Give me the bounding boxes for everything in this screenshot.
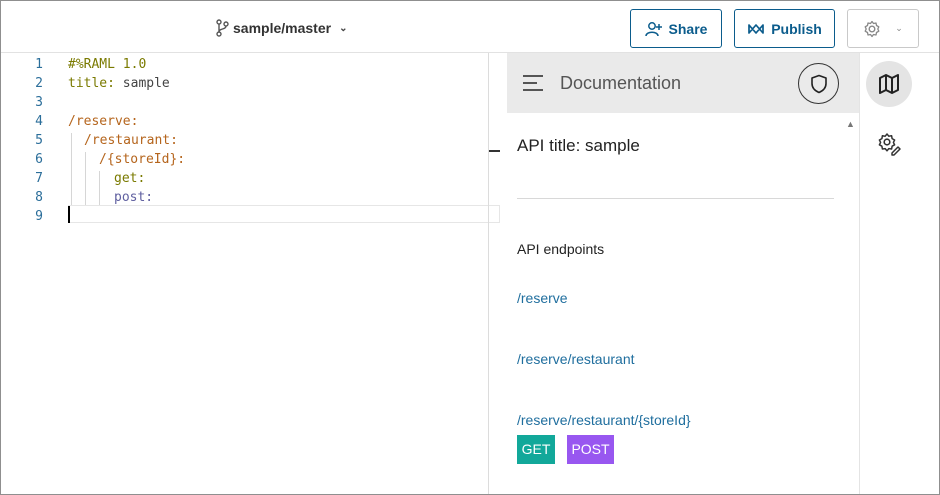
line-number: 3 — [35, 95, 43, 110]
indent-guide — [85, 152, 86, 205]
code-text: /reserve: — [68, 114, 139, 129]
git-branch-icon — [216, 19, 229, 37]
top-bar: sample/master ⌄ Share Publish ⌄ — [1, 1, 939, 53]
editor-line: 1 #%RAML 1.0 — [1, 55, 501, 74]
indent-guide — [71, 133, 72, 205]
editor-line: 3 — [1, 93, 501, 112]
line-number: 4 — [35, 114, 43, 129]
documentation-header: Documentation — [507, 53, 859, 113]
code-text: #%RAML 1.0 — [68, 57, 147, 72]
scroll-up-arrow-icon[interactable]: ▲ — [846, 119, 855, 129]
code-editor[interactable]: 1 #%RAML 1.0 2 title: sample 3 4 /reserv… — [1, 53, 500, 494]
line-number: 6 — [35, 152, 43, 167]
share-label: Share — [668, 20, 708, 37]
endpoint-link[interactable]: /reserve/restaurant/{storeId} — [517, 412, 691, 428]
line-number: 8 — [35, 190, 43, 205]
settings-menu-button[interactable]: ⌄ — [847, 9, 919, 48]
infinity-icon — [748, 23, 765, 34]
editor-line: 7 get: — [1, 169, 501, 188]
code-text: /{storeId}: — [99, 152, 186, 167]
publish-label: Publish — [771, 20, 822, 37]
code-text: /restaurant: — [84, 133, 178, 148]
code-value: sample — [114, 76, 170, 91]
endpoint-link[interactable]: /reserve — [517, 290, 568, 306]
scrollbar-marker — [488, 150, 500, 152]
line-number: 1 — [35, 57, 43, 72]
divider — [517, 198, 834, 199]
person-add-icon — [644, 21, 662, 36]
endpoints-heading: API endpoints — [517, 241, 605, 257]
editor-line: 2 title: sample — [1, 74, 501, 93]
editor-line: 6 /{storeId}: — [1, 150, 501, 169]
get-method-badge[interactable]: GET — [517, 435, 555, 464]
publish-button[interactable]: Publish — [734, 9, 835, 48]
chevron-down-icon: ⌄ — [895, 23, 903, 33]
share-button[interactable]: Share — [630, 9, 722, 48]
line-number: 7 — [35, 171, 43, 186]
line-number: 2 — [35, 76, 43, 91]
endpoint-link[interactable]: /reserve/restaurant — [517, 351, 635, 367]
post-method-badge[interactable]: POST — [567, 435, 614, 464]
branch-selector[interactable]: sample/master ⌄ — [215, 17, 347, 39]
indent-guide — [99, 171, 100, 205]
line-number: 5 — [35, 133, 43, 148]
text-cursor — [68, 206, 70, 223]
documentation-panel: Documentation ▲ API title: sample API en… — [507, 53, 859, 494]
branch-name: sample/master — [233, 20, 332, 36]
api-title: API title: sample — [517, 136, 640, 155]
hamburger-icon[interactable] — [523, 75, 543, 93]
shield-icon — [810, 74, 827, 93]
gear-pencil-icon — [878, 133, 901, 156]
code-text: title: sample — [68, 74, 170, 93]
right-rail — [859, 53, 939, 494]
pane-divider[interactable] — [488, 53, 489, 494]
current-line-highlight — [68, 205, 500, 223]
code-key: title: — [68, 76, 115, 91]
settings-rail-button[interactable] — [866, 121, 912, 167]
documentation-rail-button[interactable] — [866, 61, 912, 107]
book-map-icon — [879, 74, 899, 94]
shield-button[interactable] — [798, 63, 839, 104]
documentation-title: Documentation — [560, 73, 682, 93]
editor-line: 5 /restaurant: — [1, 131, 501, 150]
code-text: get: — [114, 171, 146, 186]
editor-line: 4 /reserve: — [1, 112, 501, 131]
gear-icon — [864, 20, 880, 37]
chevron-down-icon: ⌄ — [339, 22, 348, 34]
line-number: 9 — [35, 209, 43, 224]
